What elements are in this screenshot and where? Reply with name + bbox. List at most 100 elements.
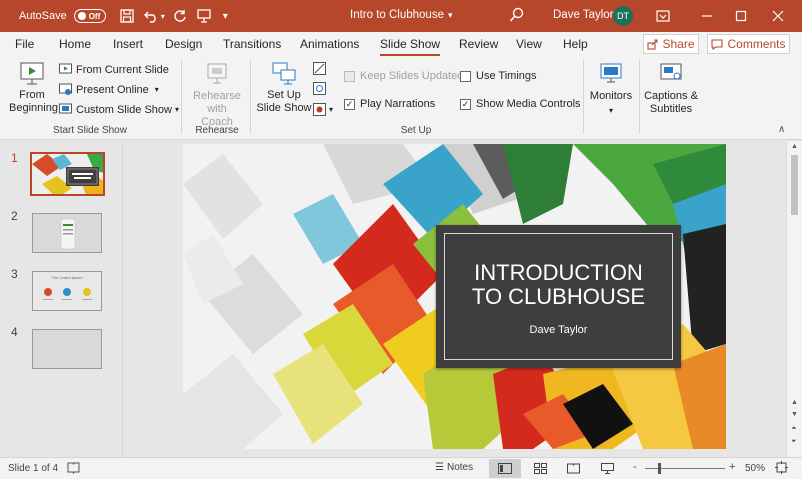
zoom-slider-knob[interactable] [658, 463, 661, 474]
tab-transitions[interactable]: Transitions [223, 37, 281, 51]
previous-slide-icon[interactable]: ⏶ [791, 425, 797, 433]
chevron-down-icon: ▾ [608, 106, 613, 115]
comment-icon [711, 38, 724, 50]
ribbon: From Beginning From Current Slide Presen… [0, 56, 802, 140]
keep-slides-updated-checkbox[interactable]: Keep Slides Updated [344, 70, 463, 82]
tab-help[interactable]: Help [563, 37, 588, 51]
slide-thumbnail-2[interactable] [32, 213, 102, 253]
scroll-up-icon[interactable]: ▲ [791, 143, 798, 150]
separator [250, 60, 251, 134]
search-icon[interactable] [509, 7, 525, 26]
tab-home[interactable]: Home [59, 37, 91, 51]
zoom-level[interactable]: 50% [745, 463, 765, 474]
monitors-button[interactable]: Monitors ▾ [588, 60, 634, 117]
slide-show-view-button[interactable] [591, 459, 623, 478]
from-beginning-button[interactable]: From Beginning [9, 60, 58, 115]
autosave-toggle[interactable]: Off [73, 9, 106, 23]
chevron-down-icon: ▾ [175, 105, 180, 114]
tab-insert[interactable]: Insert [113, 37, 143, 51]
tab-animations[interactable]: Animations [300, 37, 359, 51]
status-bar: Slide 1 of 4 ☰ Notes - + 50% [0, 457, 802, 479]
rehearse-icon [207, 63, 227, 84]
record-timing-icon[interactable] [313, 82, 326, 98]
scroll-up-icon[interactable]: ▲ [791, 399, 798, 406]
show-media-controls-checkbox[interactable]: ✓ Show Media Controls [460, 98, 581, 110]
reading-view-button[interactable] [557, 459, 589, 478]
zoom-slider[interactable] [645, 468, 725, 469]
tab-review[interactable]: Review [459, 37, 498, 51]
collapse-ribbon-icon[interactable]: ∧ [778, 124, 785, 135]
present-online-icon [59, 83, 72, 95]
custom-slide-show-icon [59, 103, 72, 114]
slide-subtitle[interactable]: Dave Taylor [436, 324, 681, 336]
play-narrations-checkbox[interactable]: ✓ Play Narrations [344, 98, 435, 110]
setup-icon [272, 62, 296, 85]
slide-sorter-button[interactable] [524, 459, 556, 478]
tab-slide-show[interactable]: Slide Show [380, 37, 441, 56]
comments-button[interactable]: Comments [707, 34, 790, 54]
comments-label: Comments [727, 37, 786, 51]
chevron-down-icon: ▾ [447, 10, 453, 20]
next-slide-icon[interactable]: ⏷ [791, 438, 797, 446]
custom-slide-show-button[interactable]: Custom Slide Show ▾ [59, 103, 179, 116]
title-placeholder[interactable]: INTRODUCTION TO CLUBHOUSE Dave Taylor [436, 225, 681, 368]
save-icon[interactable] [118, 7, 136, 25]
tab-design[interactable]: Design [165, 37, 202, 51]
user-name[interactable]: Dave Taylor [553, 9, 614, 21]
tab-view[interactable]: View [516, 37, 542, 51]
share-button[interactable]: Share [643, 34, 699, 54]
from-current-icon [59, 63, 72, 74]
set-up-slide-show-button[interactable]: Set Up Slide Show [256, 60, 312, 115]
accessibility-icon[interactable] [67, 461, 80, 477]
autosave-label: AutoSave [19, 10, 67, 22]
hide-slide-icon[interactable] [313, 62, 326, 78]
present-icon[interactable] [195, 7, 213, 25]
record-slide-show-icon[interactable]: ▾ [313, 103, 333, 116]
zoom-in-button[interactable]: + [729, 461, 735, 473]
undo-icon[interactable] [142, 7, 160, 25]
separator [639, 60, 640, 134]
redo-icon[interactable] [171, 7, 189, 25]
zoom-out-button[interactable]: - [633, 461, 637, 473]
use-timings-checkbox[interactable]: Use Timings [460, 70, 537, 82]
slide-thumbnail-4[interactable] [32, 329, 102, 369]
monitor-icon [600, 63, 622, 83]
share-icon [647, 38, 659, 50]
scrollbar-thumb[interactable] [791, 155, 798, 215]
autosave-control[interactable]: AutoSave Off [19, 9, 106, 23]
avatar[interactable]: DT [613, 6, 633, 26]
autosave-state: Off [88, 11, 101, 21]
share-label: Share [662, 37, 695, 51]
slide-thumbnail-1[interactable] [30, 152, 105, 196]
group-label-rehearse: Rehearse [195, 125, 239, 136]
vertical-scrollbar[interactable]: ▲ ▲ ▼ ⏶ ⏷ [786, 141, 802, 457]
thumbnail-number: 1 [11, 151, 18, 165]
close-icon[interactable] [768, 6, 788, 26]
slide-thumbnails-pane: 1 2 3 The Lorem Ipsum 4 [0, 141, 123, 457]
from-current-slide-button[interactable]: From Current Slide [59, 63, 169, 76]
thumbnail-number: 4 [11, 325, 18, 339]
undo-dropdown-icon[interactable]: ▾ [161, 12, 165, 21]
rehearse-with-coach-button[interactable]: Rehearse with Coach [190, 62, 244, 129]
notes-icon: ☰ [435, 462, 444, 473]
captions-subtitles-button[interactable]: Captions & Subtitles [644, 60, 698, 116]
separator [583, 60, 584, 134]
group-label-start: Start Slide Show [53, 125, 127, 136]
customize-toolbar-icon[interactable]: ▾ [223, 11, 228, 22]
thumbnail-number: 2 [11, 209, 18, 223]
scroll-down-icon[interactable]: ▼ [791, 411, 798, 418]
notes-button[interactable]: ☰ Notes [435, 462, 473, 473]
slide-title-line-1: INTRODUCTION [474, 260, 643, 285]
slide-thumbnail-3[interactable]: The Lorem Ipsum [32, 271, 102, 311]
current-slide[interactable]: INTRODUCTION TO CLUBHOUSE Dave Taylor [183, 144, 726, 449]
ribbon-display-icon[interactable] [653, 6, 673, 26]
slide-title[interactable]: INTRODUCTION TO CLUBHOUSE [436, 261, 681, 309]
slide-counter: Slide 1 of 4 [8, 463, 59, 474]
document-title[interactable]: Intro to Clubhouse ▾ [350, 9, 453, 21]
present-online-button[interactable]: Present Online ▾ [59, 83, 159, 96]
minimize-icon[interactable] [697, 6, 717, 26]
tab-file[interactable]: File [15, 37, 34, 51]
fit-to-window-icon[interactable] [775, 461, 788, 477]
maximize-icon[interactable] [731, 6, 751, 26]
normal-view-button[interactable] [489, 459, 521, 478]
